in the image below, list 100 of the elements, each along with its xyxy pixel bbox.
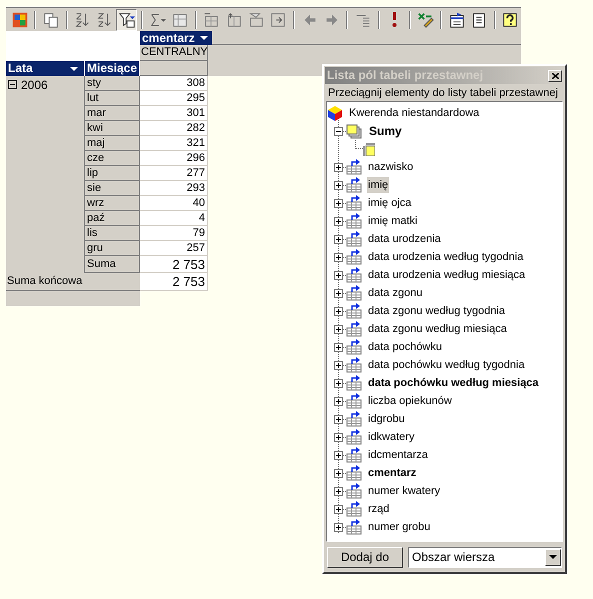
table-arrow-icon <box>346 483 362 499</box>
expand-toggle[interactable] <box>334 162 343 172</box>
expand-toggle[interactable] <box>334 180 343 190</box>
tree-item[interactable]: numer grobu <box>367 519 432 535</box>
tree-item[interactable]: data pochówku według miesiąca <box>367 375 540 391</box>
tree-item[interactable]: data urodzenia według miesiąca <box>367 267 526 283</box>
plus-icon <box>336 182 341 188</box>
row-header: gru <box>85 241 140 256</box>
field-list-icon <box>448 10 466 28</box>
expand-toggle[interactable] <box>334 306 343 316</box>
expand-toggle[interactable] <box>334 234 343 244</box>
expand-toggle[interactable] <box>334 360 343 370</box>
row-header: mar <box>85 106 140 121</box>
row-field-button[interactable]: Miesiące <box>85 61 140 76</box>
minus-icon <box>10 84 15 85</box>
plus-icon <box>336 272 341 278</box>
row-header: wrz <box>85 196 140 211</box>
expand-toggle[interactable] <box>334 396 343 406</box>
tree-item[interactable]: rząd <box>367 501 390 517</box>
tree-item[interactable]: data pochówku <box>367 339 443 355</box>
table-arrow-icon <box>202 10 220 28</box>
copy-icon <box>42 10 60 28</box>
tree-item[interactable]: data pochówku według tygodnia <box>367 357 526 373</box>
tree-item[interactable]: numer kwatery <box>367 483 442 499</box>
cube-icon <box>328 106 342 120</box>
tree-item[interactable]: nazwisko <box>367 159 414 175</box>
expand-toggle[interactable] <box>334 522 343 532</box>
area-dropdown[interactable]: Obszar wiersza <box>408 546 562 568</box>
tree-item[interactable]: data urodzenia <box>367 231 442 247</box>
table-cell: 295 <box>140 91 208 106</box>
row-header: sie <box>85 181 140 196</box>
plus-icon <box>336 290 341 296</box>
expand-toggle[interactable] <box>334 342 343 352</box>
table-arrow-icon <box>346 339 362 355</box>
data-source-label: Kwerenda niestandardowa <box>349 106 480 121</box>
table-cell: 4 <box>140 211 208 226</box>
tree-item[interactable]: liczba opiekunów <box>367 393 453 409</box>
plus-icon <box>336 452 341 458</box>
tree-item[interactable]: idgrobu <box>367 411 406 427</box>
plus-icon <box>336 200 341 206</box>
table-arrow-icon <box>346 447 362 463</box>
plus-icon <box>336 488 341 494</box>
expand-toggle[interactable] <box>334 216 343 226</box>
row-field-button[interactable]: Lata <box>6 61 85 76</box>
expand-toggle[interactable] <box>334 378 343 388</box>
plus-icon <box>336 362 341 368</box>
row-header: maj <box>85 136 140 151</box>
table-arrow-icon <box>346 195 362 211</box>
tree-item[interactable]: data urodzenia według tygodnia <box>367 249 524 265</box>
tree-item[interactable]: data zgonu według miesiąca <box>367 321 508 337</box>
logo-icon <box>10 10 29 28</box>
collapse-toggle[interactable] <box>8 80 17 89</box>
tree-item[interactable]: data zgonu <box>367 285 424 301</box>
add-button[interactable]: Dodaj do <box>327 546 403 568</box>
tree-item[interactable]: Sumy <box>369 122 402 140</box>
expand-toggle[interactable] <box>334 252 343 262</box>
expand-toggle[interactable] <box>334 198 343 208</box>
row-header: kwi <box>85 121 140 136</box>
tree-item[interactable]: imię ojca <box>367 195 412 211</box>
table-arrow-icon <box>346 303 362 319</box>
row-header: Suma końcowa <box>6 273 140 291</box>
expand-toggle[interactable] <box>334 414 343 424</box>
toolbar-button[interactable] <box>116 8 138 30</box>
table-arrow-icon <box>346 267 362 283</box>
plus-icon <box>336 506 341 512</box>
expand-toggle[interactable] <box>334 486 343 496</box>
plus-icon <box>336 470 341 476</box>
expand-toggle[interactable] <box>334 288 343 298</box>
table-arrow-icon <box>346 501 362 517</box>
tree-item[interactable]: idkwatery <box>367 429 416 445</box>
expand-toggle[interactable] <box>334 468 343 478</box>
plus-icon <box>336 398 341 404</box>
expand-toggle[interactable] <box>334 324 343 334</box>
column-header: CENTRALNY <box>140 45 208 61</box>
tree-item[interactable]: imię matki <box>367 213 419 229</box>
table-cell: 308 <box>140 76 208 91</box>
tree-item[interactable]: imię <box>367 177 390 193</box>
collapse-toggle[interactable] <box>334 126 343 136</box>
table-expand-icon <box>269 10 288 28</box>
table-cell: 296 <box>140 151 208 166</box>
tree-item[interactable]: data zgonu według tygodnia <box>367 303 506 319</box>
close-button[interactable] <box>548 70 562 82</box>
instruction-text: Przeciągnij elementy do listy tabeli przestawnej <box>327 86 559 101</box>
tree-item[interactable]: cmentarz <box>367 465 418 481</box>
tree-item[interactable]: idcmentarza <box>367 447 429 463</box>
row-header: lut <box>85 91 140 106</box>
table-arrow-icon <box>346 393 362 409</box>
exclamation-icon <box>392 12 397 27</box>
expand-toggle[interactable] <box>334 432 343 442</box>
plus-icon <box>336 218 341 224</box>
caret-icon <box>200 36 208 40</box>
plus-icon <box>336 380 341 386</box>
table-arrow-icon <box>346 159 362 175</box>
expand-toggle[interactable] <box>334 450 343 460</box>
minus-icon <box>336 130 341 132</box>
column-field-button[interactable]: cmentarz <box>140 31 212 45</box>
table-cell: 2 753 <box>140 273 208 291</box>
table-cell: 40 <box>140 196 208 211</box>
expand-toggle[interactable] <box>334 504 343 514</box>
expand-toggle[interactable] <box>334 270 343 280</box>
